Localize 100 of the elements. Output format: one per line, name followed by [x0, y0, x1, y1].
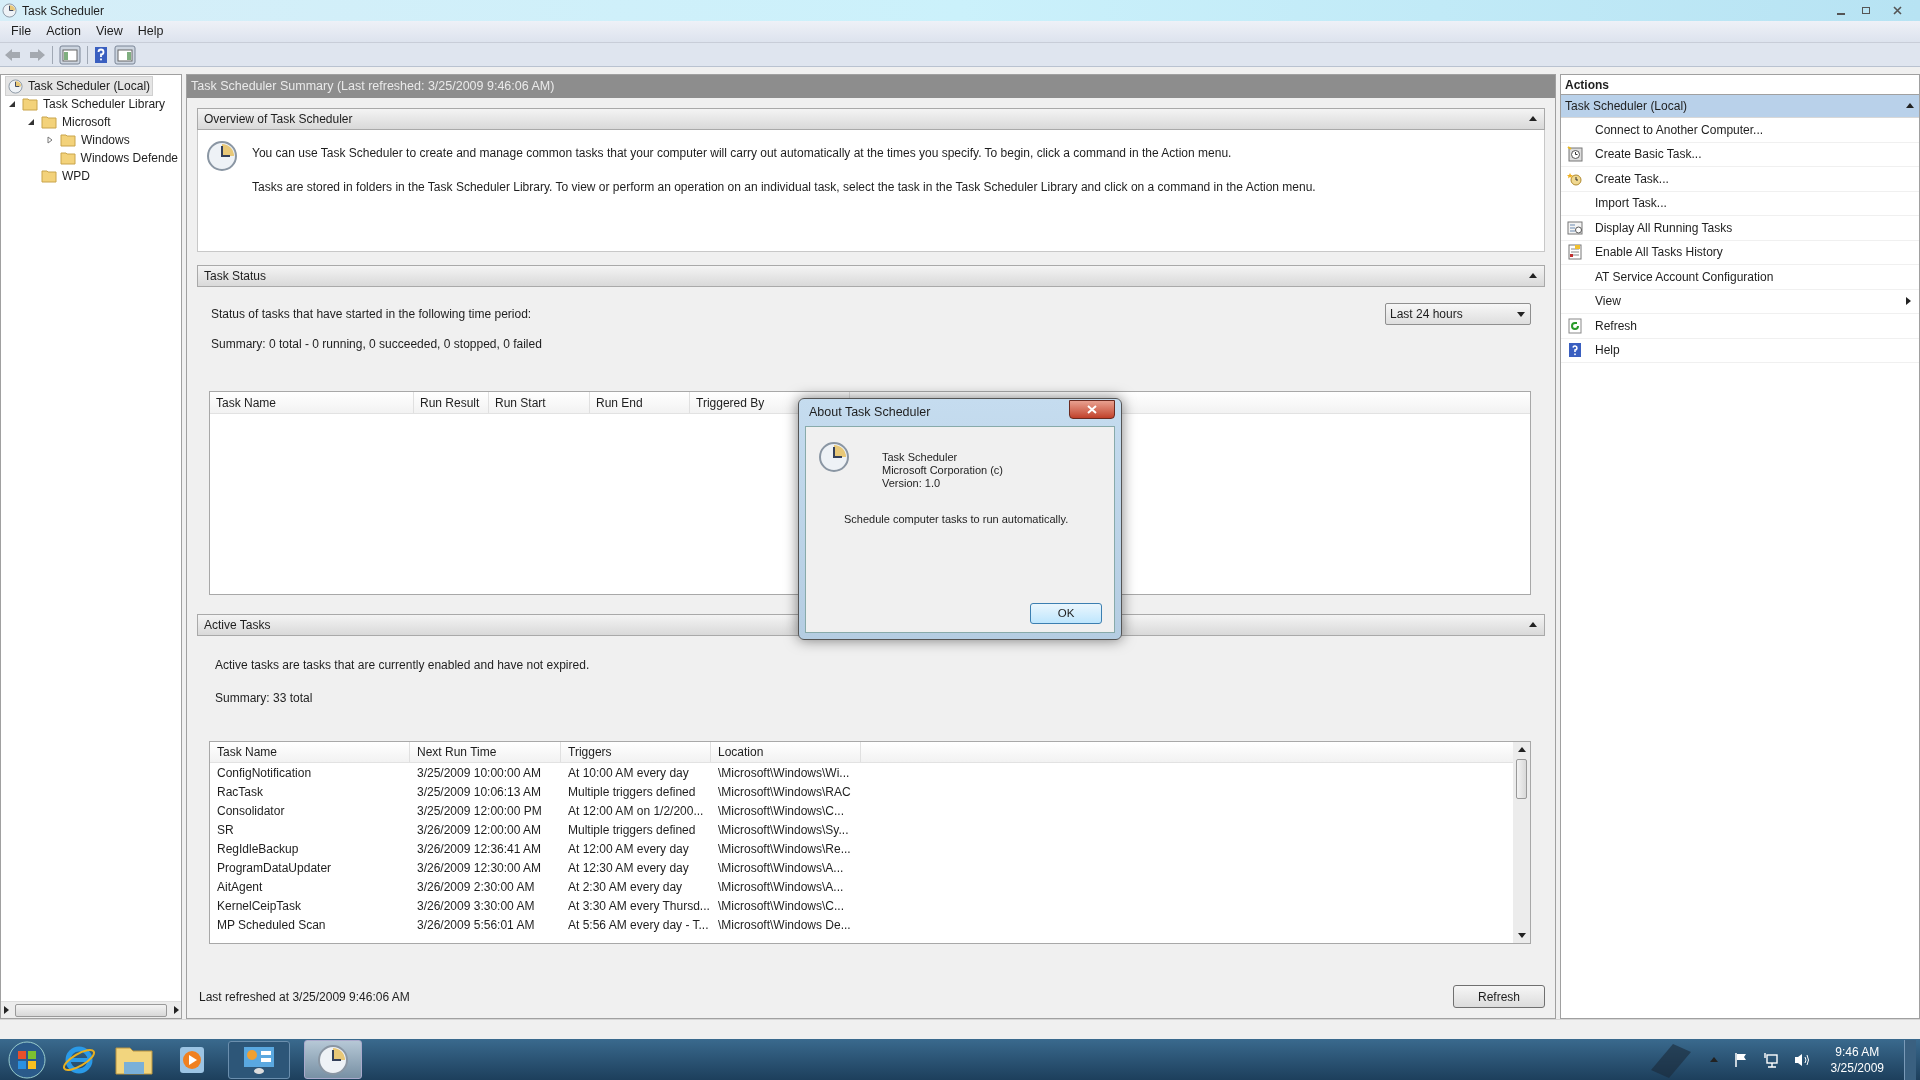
folder-icon — [41, 169, 57, 183]
table-cell-text: ProgramDataUpdater — [216, 859, 333, 877]
table-cell-text: SR — [216, 821, 235, 839]
about-info-line: Version: 1.0 — [882, 477, 942, 490]
network-icon[interactable] — [1762, 1051, 1779, 1068]
section-title: Task Status — [204, 268, 267, 285]
flag-icon[interactable] — [1732, 1051, 1749, 1068]
console-tree-icon[interactable] — [59, 44, 81, 65]
table-cell-text: Multiple triggers defined — [567, 783, 697, 801]
menu-item[interactable]: Action — [39, 22, 88, 41]
menu-item[interactable]: File — [4, 22, 39, 41]
section-header[interactable]: Task Status — [197, 265, 1545, 287]
table-cell-text: 3/26/2009 5:56:01 AM — [416, 916, 536, 934]
scroll-right-icon — [171, 1005, 181, 1015]
scroll-down-icon — [1516, 930, 1527, 940]
action-link[interactable]: Help — [1595, 341, 1913, 360]
column-header[interactable]: Run Start — [489, 392, 590, 413]
active-tasks-summary: Summary: 33 total — [215, 690, 314, 707]
start-button[interactable] — [8, 1040, 46, 1079]
actions-group-header[interactable]: Task Scheduler (Local) — [1561, 95, 1919, 118]
tree-item[interactable]: Task Scheduler (Local) — [5, 76, 154, 96]
column-header[interactable]: Location — [711, 742, 861, 762]
section-header[interactable]: Overview of Task Scheduler — [197, 108, 1545, 130]
table-cell-text: 3/25/2009 10:06:13 AM — [416, 783, 543, 801]
expanded-arrow-icon[interactable] — [27, 118, 35, 126]
collapse-icon — [1905, 101, 1915, 111]
table-cell-text: 3/26/2009 2:30:00 AM — [416, 878, 536, 896]
column-header[interactable]: Task Name — [210, 392, 414, 413]
help-icon[interactable] — [94, 45, 108, 64]
table-cell-text: At 12:00 AM every day — [567, 840, 690, 858]
overview-text: You can use Task Scheduler to create and manage common tasks that your computer will carry out automatically at the times you specify. To begin, click a command in the Action menu. — [252, 145, 1233, 162]
status-summary: Summary: 0 total - 0 running, 0 succeeded, 0 stopped, 0 failed — [211, 336, 543, 353]
table-cell-text: \Microsoft\Windows\A... — [717, 878, 845, 896]
table-cell-text: At 12:00 AM on 1/2/200... — [567, 802, 705, 820]
action-link[interactable]: AT Service Account Configuration — [1595, 267, 1913, 286]
table-cell-text: At 12:30 AM every day — [567, 859, 690, 877]
action-link[interactable]: Display All Running Tasks — [1595, 218, 1913, 237]
table-cell-text: \Microsoft\Windows\C... — [717, 802, 846, 820]
app-clock-icon — [2, 3, 17, 18]
column-header[interactable]: Run Result — [414, 392, 489, 413]
vertical-scrollbar[interactable] — [1513, 742, 1530, 943]
close-icon — [1087, 405, 1097, 414]
close-button[interactable] — [1069, 400, 1115, 419]
action-link[interactable]: Refresh — [1595, 316, 1913, 335]
table-cell-text: KernelCeipTask — [216, 897, 303, 915]
table-cell-text: AitAgent — [216, 878, 264, 896]
clock-icon — [818, 441, 850, 473]
help-icon — [1567, 342, 1583, 359]
table-cell-text: \Microsoft\Windows\A... — [717, 859, 845, 877]
tree-item[interactable]: Windows — [57, 130, 133, 150]
action-link[interactable]: Create Task... — [1595, 169, 1913, 188]
summary-header: Task Scheduler Summary (Last refreshed: 3/25/2009 9:46:06 AM) — [187, 75, 1555, 98]
table-cell-text: 3/26/2009 3:30:00 AM — [416, 897, 536, 915]
tree-item[interactable]: Windows Defende — [56, 148, 181, 168]
table-cell-text: RacTask — [216, 783, 264, 801]
taskbar-app-button[interactable] — [304, 1040, 362, 1079]
dropdown-arrow-icon — [1516, 309, 1526, 319]
menu-item[interactable]: Help — [130, 22, 171, 41]
close-icon — [1892, 6, 1902, 15]
about-info-line: Task Scheduler — [882, 451, 959, 464]
refresh-button[interactable]: Refresh — [1453, 985, 1545, 1008]
tree-item[interactable]: Microsoft — [38, 112, 114, 132]
clock-icon — [317, 1043, 349, 1076]
expanded-arrow-icon[interactable] — [8, 100, 16, 108]
column-header[interactable]: Run End — [590, 392, 690, 413]
scroll-thumb[interactable] — [1516, 759, 1527, 799]
action-link[interactable]: Create Basic Task... — [1595, 145, 1913, 164]
action-link[interactable]: Enable All Tasks History — [1595, 243, 1913, 262]
action-pane-icon[interactable] — [114, 44, 136, 65]
column-header[interactable]: Triggers — [561, 742, 711, 762]
collapse-icon — [1528, 620, 1538, 630]
table-cell-text: \Microsoft\Windows De... — [717, 916, 852, 934]
collapse-icon — [1528, 114, 1538, 124]
dialog-description: Schedule computer tasks to run automatically. — [843, 512, 1070, 527]
table-cell-text: 3/26/2009 12:00:00 AM — [416, 821, 543, 839]
taskbar-clock[interactable]: 9:46 AM 3/25/2009 — [1824, 1043, 1890, 1076]
table-cell-text: MP Scheduled Scan — [216, 916, 327, 934]
control-panel-icon — [242, 1044, 276, 1075]
action-link[interactable]: Import Task... — [1595, 194, 1913, 213]
tree-item[interactable]: Task Scheduler Library — [19, 94, 169, 114]
taskbar-app-button[interactable] — [228, 1040, 290, 1079]
clock-icon — [8, 78, 23, 94]
tree-item[interactable]: WPD — [38, 166, 93, 186]
column-header[interactable]: Task Name — [210, 742, 410, 762]
column-header[interactable]: Next Run Time — [410, 742, 561, 762]
collapsed-arrow-icon[interactable] — [46, 136, 54, 144]
table-cell-text: Multiple triggers defined — [567, 821, 697, 839]
action-link[interactable]: Connect to Another Computer... — [1595, 120, 1913, 139]
table-cell-text: At 2:30 AM every day — [567, 878, 684, 896]
menu-item[interactable]: View — [88, 22, 130, 41]
horizontal-scrollbar[interactable] — [1, 1001, 181, 1018]
ok-button[interactable]: OK — [1030, 603, 1102, 624]
table-cell-text: RegIdleBackup — [216, 840, 300, 858]
table-cell-text: \Microsoft\Windows\C... — [717, 897, 846, 915]
period-dropdown[interactable]: Last 24 hours — [1385, 303, 1531, 325]
about-info-line: Microsoft Corporation (c) — [882, 464, 1004, 477]
table-cell-text: At 3:30 AM every Thursd... — [567, 897, 711, 915]
scroll-thumb[interactable] — [15, 1003, 167, 1017]
action-link[interactable]: View — [1595, 292, 1891, 311]
speaker-icon[interactable] — [1792, 1051, 1811, 1068]
